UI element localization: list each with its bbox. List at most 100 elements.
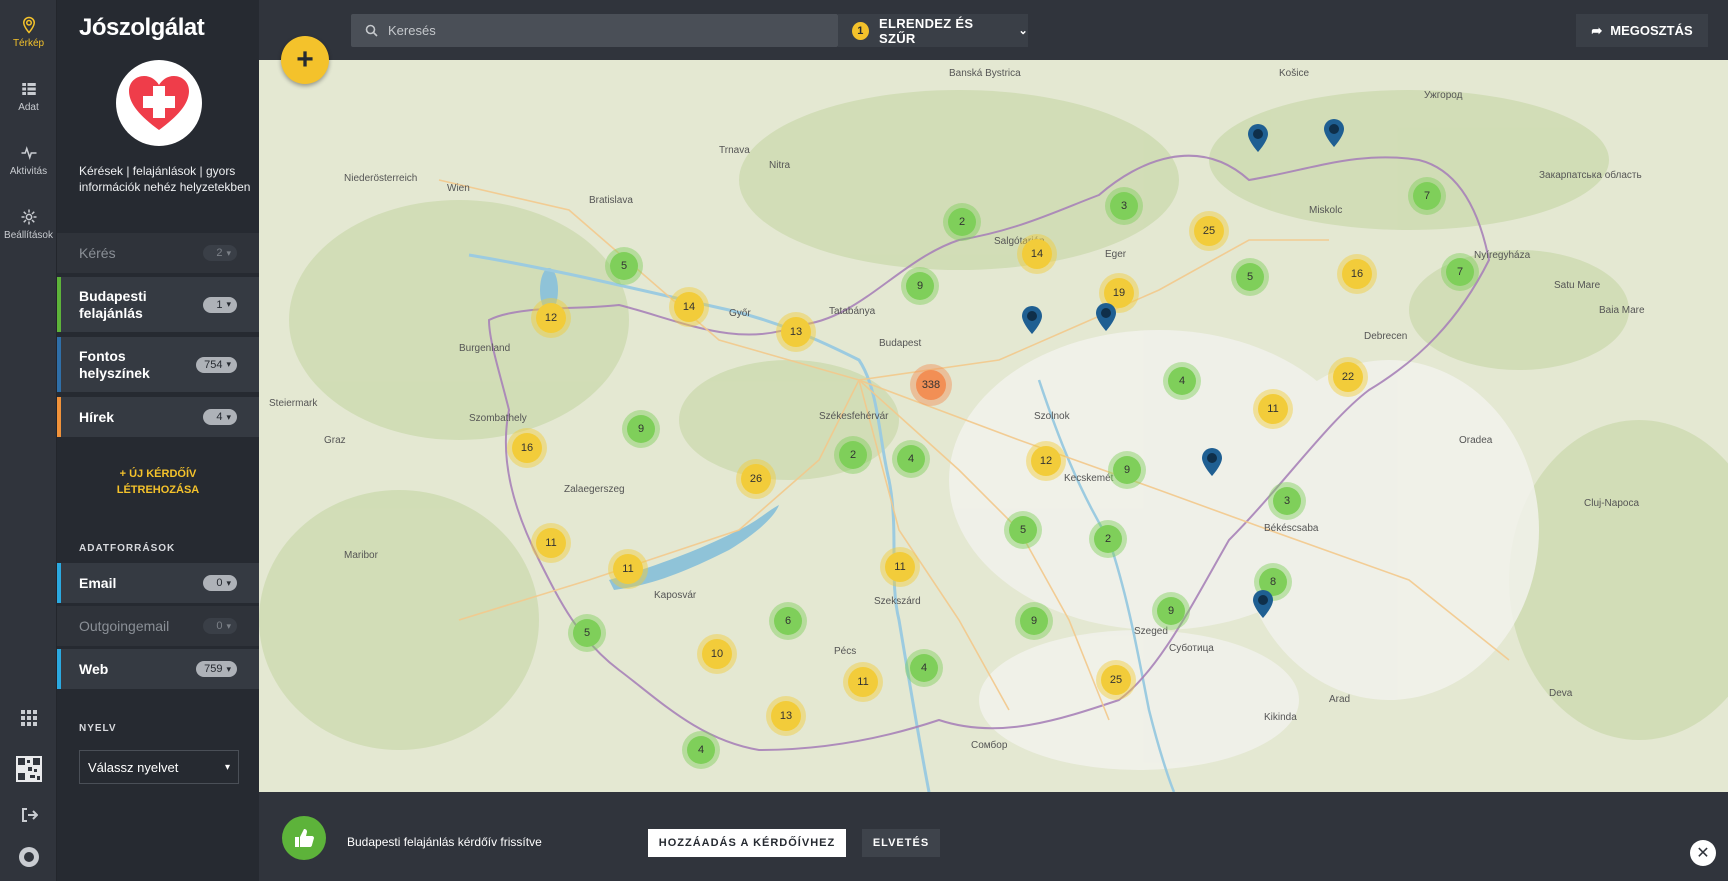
count-badge[interactable]: 759 ▾ [196,661,237,677]
map-view[interactable]: Banská Bystrica Košice Ужгород Trnava Nitra N… [259,60,1728,792]
apps-grid-icon[interactable] [0,710,57,726]
place-label: Kaposvár [654,590,697,601]
map-pin-marker[interactable] [1021,305,1043,335]
map-cluster[interactable]: 338 [916,370,946,400]
sort-filter-button[interactable]: 1 ELRENDEZ ÉS SZŰR ⌄ [838,14,1028,47]
map-cluster[interactable]: 16 [512,433,542,463]
place-label: Békéscsaba [1264,523,1319,534]
chevron-down-icon: ▾ [226,247,231,258]
map-pin-marker[interactable] [1252,589,1274,619]
layer-keres[interactable]: Kérés 2 ▾ [57,233,259,273]
layer-fontos-helyszinek[interactable]: Fontos helyszínek 754 ▾ [57,337,259,392]
map-cluster[interactable]: 11 [848,667,878,697]
place-label: Banská Bystrica [949,68,1021,79]
map-pin-marker[interactable] [1095,302,1117,332]
map-cluster[interactable]: 14 [1022,239,1052,269]
map-cluster[interactable]: 14 [674,292,704,322]
layer-color-bar [57,277,61,332]
map-pin-marker[interactable] [1201,447,1223,477]
layer-hirek[interactable]: Hírek 4 ▾ [57,397,259,437]
map-cluster[interactable]: 5 [610,252,638,280]
layer-label: Fontos helyszínek [79,347,150,381]
new-survey-button[interactable]: + ÚJ KÉRDŐÍV LÉTREHOZÁSA [79,466,237,498]
qr-code-icon[interactable] [0,756,57,782]
top-bar: Keresés 1 ELRENDEZ ÉS SZŰR ⌄ ➦ MEGOSZTÁS [259,0,1728,60]
count-badge[interactable]: 4 ▾ [203,409,237,425]
chevron-down-icon: ▾ [226,663,231,674]
count-value: 754 [204,358,223,371]
plus-icon: + [119,468,130,480]
logout-icon[interactable] [0,806,57,824]
map-cluster[interactable]: 22 [1333,362,1363,392]
map-cluster[interactable]: 4 [897,445,925,473]
map-cluster[interactable]: 25 [1194,216,1224,246]
brand-logo-icon[interactable] [0,846,57,868]
place-label: Kikinda [1264,712,1297,723]
close-icon[interactable]: ✕ [1690,840,1716,866]
map-cluster[interactable]: 9 [1020,607,1048,635]
map-cluster[interactable]: 3 [1273,487,1301,515]
rail-item-data[interactable]: Adat [0,64,57,128]
count-badge[interactable]: 1 ▾ [203,296,237,313]
map-cluster[interactable]: 13 [781,317,811,347]
count-badge[interactable]: 754 ▾ [196,356,237,373]
datasource-web[interactable]: Web 759 ▾ [57,649,259,689]
map-cluster[interactable]: 12 [1031,446,1061,476]
map-cluster[interactable]: 7 [1446,258,1474,286]
share-arrow-icon: ➦ [1591,22,1603,38]
map-pin-marker[interactable] [1323,118,1345,148]
map-cluster[interactable]: 10 [702,639,732,669]
count-badge[interactable]: 2 ▾ [203,245,237,261]
rail-item-map[interactable]: Térkép [0,0,57,64]
add-post-button[interactable]: + [281,36,329,84]
share-button[interactable]: ➦ MEGOSZTÁS [1576,14,1708,47]
map-cluster[interactable]: 3 [1110,192,1138,220]
map-pin-marker[interactable] [1247,123,1269,153]
map-cluster[interactable]: 16 [1342,259,1372,289]
map-cluster[interactable]: 2 [839,441,867,469]
place-label: Суботица [1169,643,1214,654]
map-cluster[interactable]: 11 [536,528,566,558]
map-cluster[interactable]: 5 [1236,263,1264,291]
map-cluster[interactable]: 9 [1113,456,1141,484]
map-cluster[interactable]: 2 [1094,525,1122,553]
sidebar: Jószolgálat Kérések | felajánlások | gyo… [57,0,259,881]
map-cluster[interactable]: 9 [906,272,934,300]
rail-item-activity[interactable]: Aktivitás [0,128,57,192]
map-cluster[interactable]: 11 [613,554,643,584]
app-logo [116,60,202,146]
dismiss-button[interactable]: ELVETÉS [862,829,940,857]
rail-item-label: Beállítások [4,229,53,241]
place-label: Ужгород [1424,90,1463,101]
map-cluster[interactable]: 5 [573,619,601,647]
language-select[interactable]: Válassz nyelvet ▾ [79,750,239,784]
search-input[interactable]: Keresés [351,14,838,47]
map-cluster[interactable]: 13 [771,701,801,731]
map-cluster[interactable]: 7 [1413,182,1441,210]
rail-item-settings[interactable]: Beállítások [0,192,57,256]
map-cluster[interactable]: 5 [1009,516,1037,544]
chevron-down-icon: ▾ [226,359,231,369]
map-cluster[interactable]: 2 [948,208,976,236]
map-cluster[interactable]: 11 [885,552,915,582]
map-cluster[interactable]: 9 [627,415,655,443]
place-label: Wien [447,183,470,194]
filter-count-badge: 1 [852,21,870,40]
map-cluster[interactable]: 4 [687,736,715,764]
map-cluster[interactable]: 6 [774,607,802,635]
place-label: Graz [324,435,346,446]
map-cluster[interactable]: 4 [910,654,938,682]
map-cluster[interactable]: 26 [741,464,771,494]
place-label: Szombathely [469,413,527,424]
count-badge[interactable]: 0 ▾ [203,575,237,591]
map-cluster[interactable]: 4 [1168,367,1196,395]
map-cluster[interactable]: 25 [1101,665,1131,695]
map-cluster[interactable]: 9 [1157,597,1185,625]
add-to-survey-button[interactable]: HOZZÁADÁS A KÉRDŐÍVHEZ [648,829,846,857]
map-cluster[interactable]: 11 [1258,394,1288,424]
count-badge[interactable]: 0 ▾ [203,618,237,634]
datasource-email[interactable]: Email 0 ▾ [57,563,259,603]
datasource-outgoingemail[interactable]: Outgoingemail 0 ▾ [57,606,259,646]
map-cluster[interactable]: 12 [536,303,566,333]
layer-budapesti-felajanlas[interactable]: Budapesti felajánlás 1 ▾ [57,277,259,332]
